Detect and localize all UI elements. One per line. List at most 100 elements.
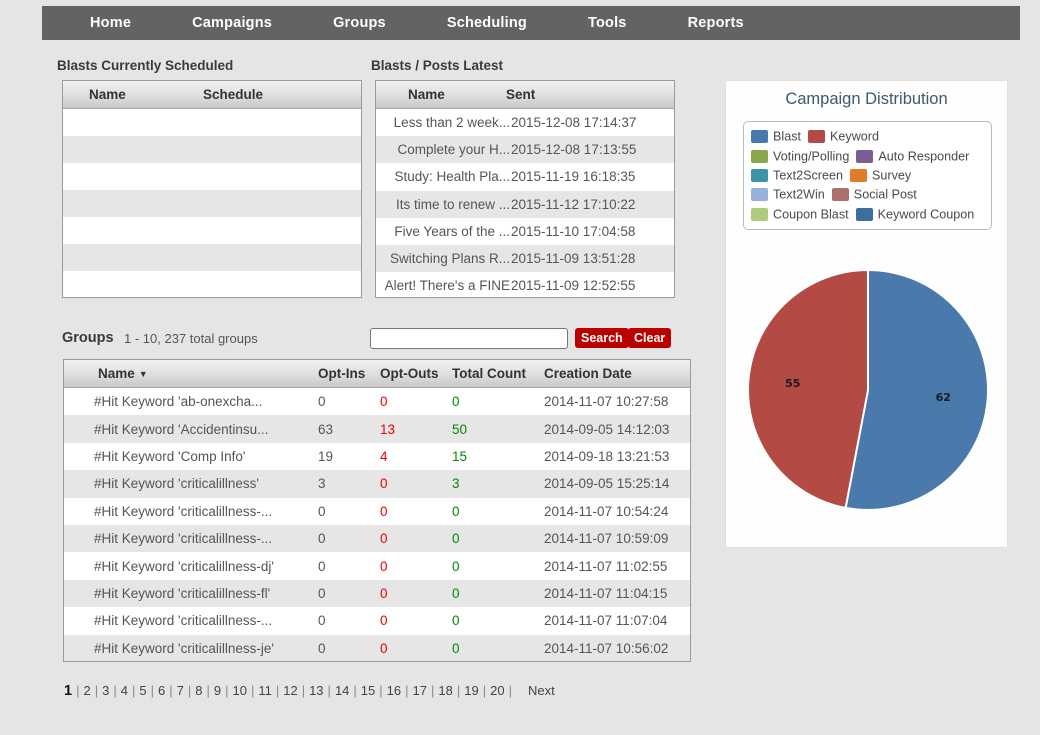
table-row[interactable]: #Hit Keyword 'criticalillness-dj' 0 0 0 2014… [64,552,690,580]
table-row[interactable]: #Hit Keyword 'Accidentinsu... 63 13 50 2014-… [64,415,690,443]
page-link-14[interactable]: 14 [334,683,350,698]
legend-item-keyword[interactable]: Keyword [808,127,879,146]
table-row[interactable]: #Hit Keyword 'criticalillness-fl' 0 0 0 2014… [64,579,690,608]
table-row[interactable]: Study: Health Pla... 2015-11-19 16:18:35 [376,163,674,191]
latest-blasts-table: Name Sent Less than 2 week... 2015-12-08 … [375,80,675,298]
table-row[interactable]: #Hit Keyword 'criticalillness-... 0 0 0 2014… [64,497,690,525]
legend-item-auto-responder[interactable]: Auto Responder [856,147,969,166]
table-row[interactable]: #Hit Keyword 'criticalillness' 3 0 3 2014-09… [64,470,690,498]
table-row[interactable] [63,190,361,217]
nav-item-groups[interactable]: Groups [323,15,396,31]
pagination: 1 | 2 | 3 | 4 | 5 | 6 | 7 | 8 | 9 | 10 | 11 | 12 | 13 | 14 | 15 | 16 | 1… [63,680,683,702]
page-link-12[interactable]: 12 [282,683,298,698]
legend-item-social-post[interactable]: Social Post [831,185,917,204]
latest-col-sent[interactable]: Sent [506,87,656,102]
table-row[interactable]: Complete your H... 2015-12-08 17:13:55 [376,136,674,164]
table-row[interactable]: #Hit Keyword 'criticalillness-... 0 0 0 2014… [64,524,690,553]
legend-item-text2win[interactable]: Text2Win [751,185,825,204]
page-link-19[interactable]: 19 [463,683,479,698]
legend-swatch-icon [856,149,874,163]
page-link-7[interactable]: 7 [176,683,185,698]
cell-opt-ins: 0 [318,394,326,410]
page-link-4[interactable]: 4 [120,683,129,698]
pagination-separator: | [206,683,210,698]
nav-item-campaigns[interactable]: Campaigns [182,15,282,31]
legend-item-blast[interactable]: Blast [751,127,801,146]
scheduled-col-schedule[interactable]: Schedule [203,87,353,102]
groups-col-opt-outs[interactable]: Opt-Outs [380,366,452,381]
table-row[interactable]: Less than 2 week... 2015-12-08 17:14:37 [376,109,674,137]
page-link-13[interactable]: 13 [308,683,324,698]
page-link-6[interactable]: 6 [157,683,166,698]
cell-creation-date: 2014-11-07 10:56:02 [544,640,669,656]
page-link-1[interactable]: 1 [63,683,73,699]
groups-search-input[interactable] [370,328,568,349]
cell-creation-date: 2014-11-07 10:27:58 [544,394,669,410]
legend-swatch-icon [831,188,849,202]
table-row[interactable] [63,244,361,271]
nav-item-reports[interactable]: Reports [678,15,754,31]
page-link-17[interactable]: 17 [412,683,428,698]
table-row[interactable]: #Hit Keyword 'criticalillness-je' 0 0 0 2014… [64,634,690,661]
table-row[interactable] [63,163,361,190]
page-link-2[interactable]: 2 [82,683,91,698]
groups-col-name[interactable]: Name ▼ [64,366,318,381]
table-row[interactable] [63,217,361,244]
cell-name: Study: Health Pla... [394,169,510,185]
table-row[interactable]: Switching Plans R... 2015-11-09 13:51:28 [376,244,674,273]
table-row[interactable]: Its time to renew ... 2015-11-12 17:10:22 [376,190,674,218]
scheduled-table-header: Name Schedule [63,81,361,109]
latest-table-body: Less than 2 week... 2015-12-08 17:14:37 Co… [376,109,674,297]
table-row[interactable] [63,271,361,297]
page-next-link[interactable]: Next [527,683,556,698]
groups-col-opt-ins[interactable]: Opt-Ins [318,366,380,381]
table-row[interactable]: #Hit Keyword 'criticalillness-... 0 0 0 2014… [64,607,690,635]
search-button[interactable]: Search [575,328,629,348]
cell-total-count: 0 [452,558,460,574]
legend-item-keyword-coupon[interactable]: Keyword Coupon [855,205,974,224]
legend-item-voting-polling[interactable]: Voting/Polling [751,147,849,166]
cell-opt-ins: 63 [318,421,334,437]
nav-item-tools[interactable]: Tools [578,15,637,31]
page-link-5[interactable]: 5 [138,683,147,698]
table-row[interactable]: Alert! There's a FINE 2015-11-09 12:52:55 [376,272,674,297]
nav-item-home[interactable]: Home [80,15,141,31]
cell-creation-date: 2014-11-07 11:02:55 [544,558,668,574]
legend-item-coupon-blast[interactable]: Coupon Blast [751,205,849,224]
cell-group-name: #Hit Keyword 'criticalillness-dj' [94,558,274,574]
legend-swatch-icon [751,188,768,202]
pagination-separator: | [150,683,154,698]
groups-col-creation-date[interactable]: Creation Date [544,366,684,381]
legend-item-text2screen[interactable]: Text2Screen [751,166,843,185]
groups-table: Name ▼ Opt-Ins Opt-Outs Total Count Creat… [63,359,691,662]
table-row[interactable] [63,136,361,163]
legend-swatch-icon [751,130,768,144]
clear-button[interactable]: Clear [628,328,672,348]
page-link-9[interactable]: 9 [213,683,222,698]
cell-opt-outs: 0 [380,613,388,629]
cell-sent: 2015-12-08 17:13:55 [511,142,637,158]
page-link-20[interactable]: 20 [489,683,505,698]
legend-item-survey[interactable]: Survey [850,166,911,185]
page-link-18[interactable]: 18 [437,683,453,698]
page-link-10[interactable]: 10 [231,683,247,698]
page-link-16[interactable]: 16 [386,683,402,698]
pie-slice-keyword[interactable] [747,269,869,510]
legend-label: Blast [773,129,801,144]
groups-col-total-count[interactable]: Total Count [452,366,544,381]
groups-section-label: Groups [62,330,114,346]
table-row[interactable]: Five Years of the ... 2015-11-10 17:04:58 [376,217,674,245]
pagination-separator: | [379,683,383,698]
scheduled-blasts-title: Blasts Currently Scheduled [57,58,234,73]
page-link-3[interactable]: 3 [101,683,110,698]
nav-item-scheduling[interactable]: Scheduling [437,15,537,31]
table-row[interactable]: #Hit Keyword 'Comp Info' 19 4 15 2014-09-18 … [64,442,690,471]
latest-col-name[interactable]: Name [376,87,506,102]
table-row[interactable]: #Hit Keyword 'ab-onexcha... 0 0 0 2014-11-07… [64,388,690,416]
pagination-separator: | [482,683,487,698]
page-link-15[interactable]: 15 [360,683,376,698]
scheduled-col-name[interactable]: Name [63,87,203,102]
pagination-separator: | [508,683,512,698]
table-row[interactable] [63,109,361,136]
page-link-11[interactable]: 11 [257,683,273,698]
